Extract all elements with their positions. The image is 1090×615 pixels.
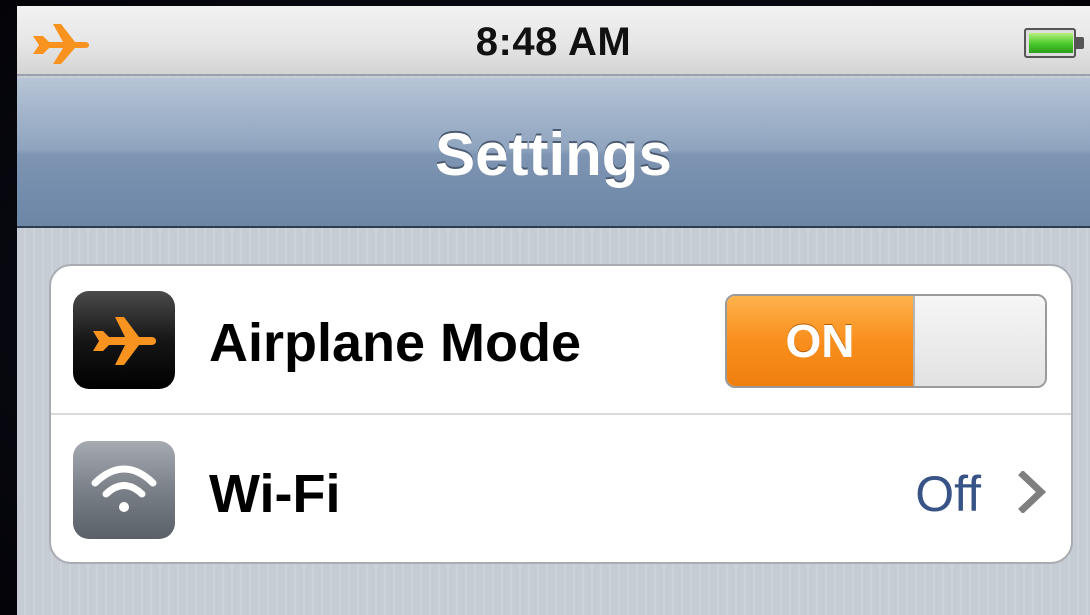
battery-icon [1024,28,1084,58]
screen: 8:48 AM Settings Airplane Mode ON Wi-Fi … [17,6,1090,615]
toggle-knob[interactable] [913,296,1045,386]
status-time: 8:48 AM [475,20,632,64]
device-frame: 8:48 AM Settings Airplane Mode ON Wi-Fi … [0,0,1090,615]
airplane-icon [73,291,175,389]
page-title: Settings [435,121,672,188]
airplane-mode-row: Airplane Mode ON [51,266,1071,415]
airplane-mode-toggle[interactable]: ON [725,294,1047,388]
wifi-label: Wi-Fi [209,464,341,524]
wifi-icon [73,441,175,539]
toggle-on-label: ON [727,296,913,386]
wifi-status-value: Off [915,466,981,522]
wifi-row[interactable]: Wi-Fi Off [51,415,1071,562]
chevron-right-icon [1018,471,1047,513]
airplane-mode-label: Airplane Mode [209,313,582,373]
settings-group: Airplane Mode ON Wi-Fi Off [49,264,1073,564]
navigation-bar: Settings [17,78,1090,228]
status-bar: 8:48 AM [17,6,1090,76]
